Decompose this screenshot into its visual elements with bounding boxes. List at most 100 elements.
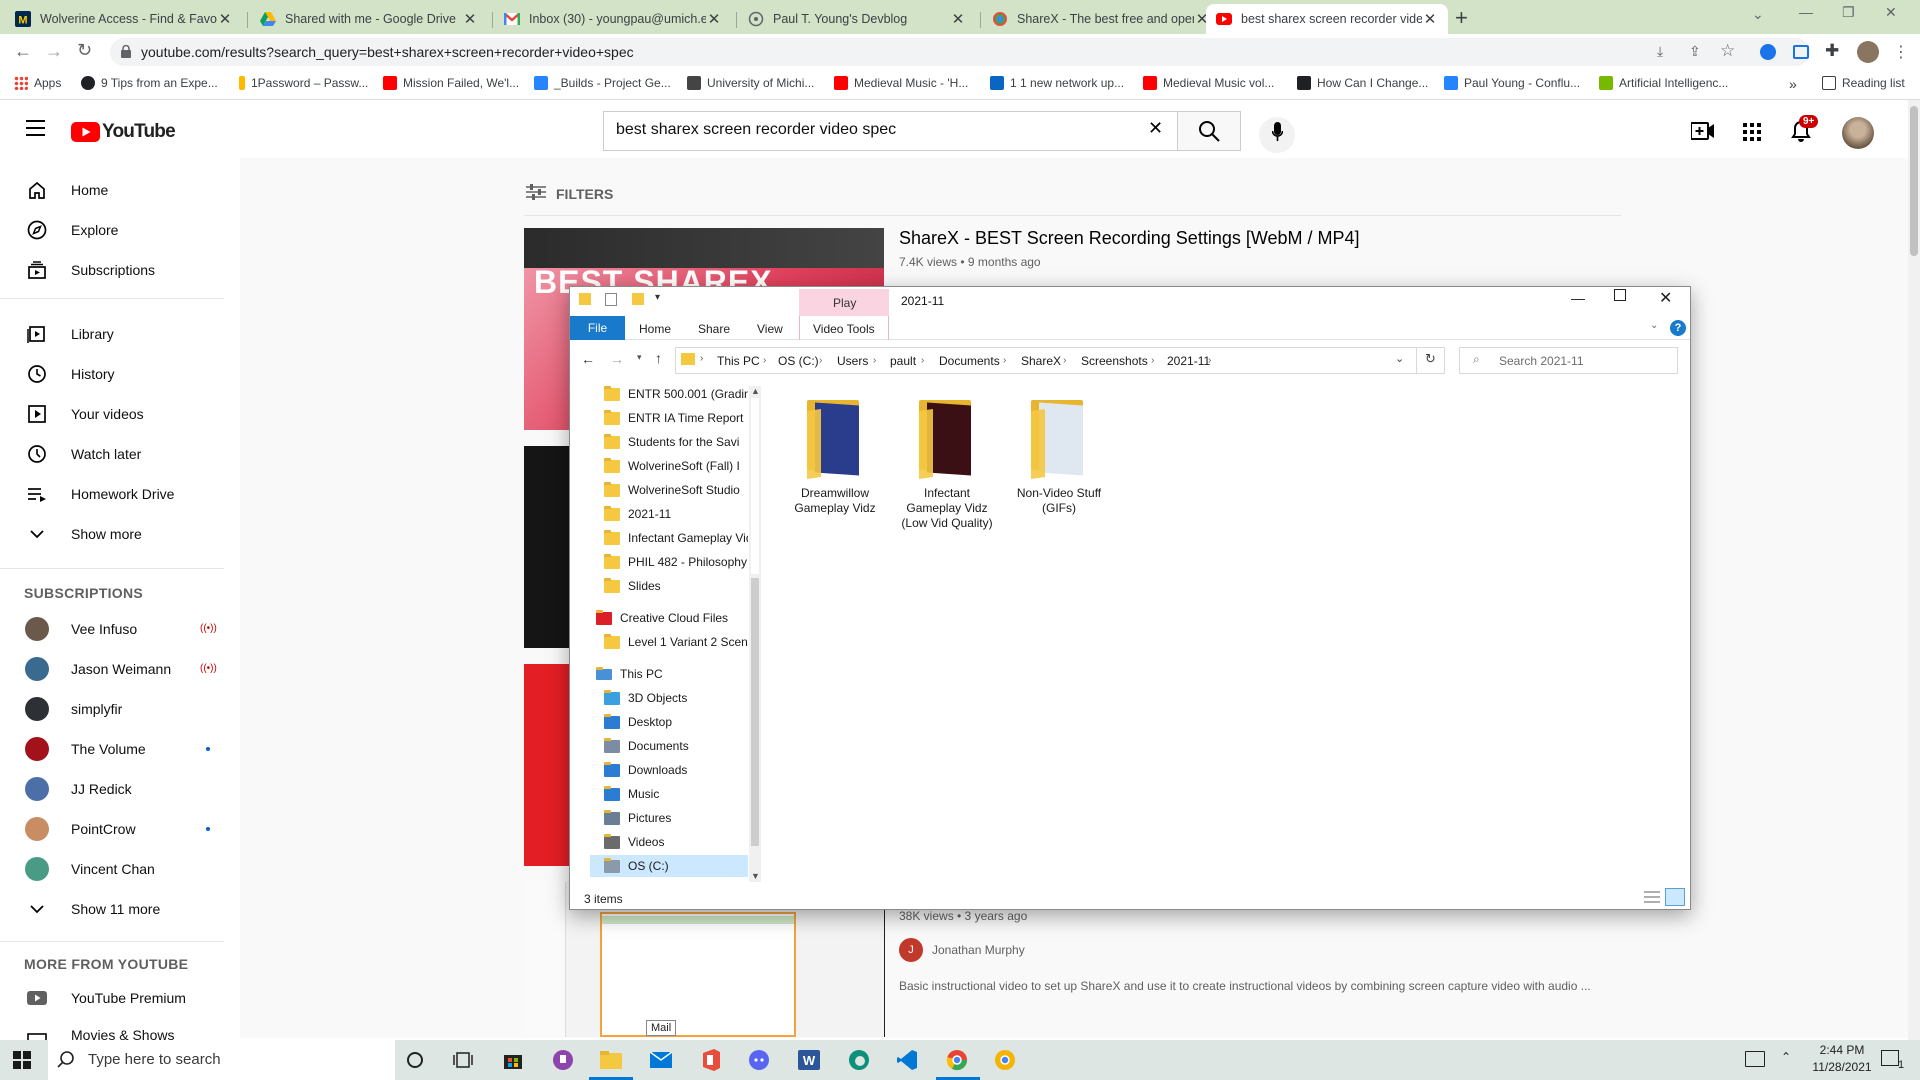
back-icon[interactable]: ← (14, 41, 32, 62)
bookmark-item[interactable]: Medieval Music - 'H... (834, 76, 968, 90)
close-tab-icon[interactable]: ✕ (217, 10, 233, 28)
close-tab-icon[interactable]: ✕ (462, 10, 478, 28)
subscription-item[interactable]: Vincent Chan (0, 849, 224, 889)
ribbon-tab-video-tools[interactable]: Video Tools (813, 322, 875, 336)
subscription-item[interactable]: Vee Infuso ((•)) (0, 609, 224, 649)
up-one-level-icon[interactable]: ↑ (655, 350, 662, 366)
breadcrumb-item[interactable]: OS (C:) (778, 354, 819, 368)
edge-icon[interactable] (847, 1048, 871, 1072)
bookmark-star-icon[interactable]: ☆ (1720, 41, 1735, 61)
task-view-icon[interactable] (451, 1048, 475, 1072)
discord-icon[interactable] (747, 1048, 771, 1072)
nav-tree-item[interactable]: PHIL 482 - Philosophy o (590, 551, 748, 573)
bookmark-item[interactable]: Medieval Music vol... (1143, 76, 1274, 90)
nav-tree-item[interactable]: Videos (590, 831, 748, 853)
reload-icon[interactable]: ↻ (77, 40, 92, 61)
new-folder-icon[interactable] (632, 293, 644, 305)
page-scrollbar-thumb[interactable] (1910, 106, 1918, 256)
breadcrumb-item[interactable]: Screenshots (1081, 354, 1148, 368)
windows-start-icon[interactable] (13, 1051, 31, 1072)
nav-tree-item[interactable]: OS (C:) (590, 855, 748, 877)
quick-access-dropdown-icon[interactable]: ▾ (655, 292, 660, 303)
apps-grid-icon[interactable] (1743, 123, 1761, 144)
nav-homework-drive[interactable]: Homework Drive (0, 474, 224, 514)
bookmark-item[interactable]: Paul Young - Conflu... (1444, 76, 1580, 90)
browser-tab[interactable]: ShareX - The best free and open ✕ (982, 4, 1220, 34)
breadcrumb-item[interactable]: ShareX (1021, 354, 1061, 368)
url-text[interactable]: youtube.com/results?search_query=best+sh… (141, 44, 634, 60)
bookmark-item[interactable]: 9 Tips from an Expe... (81, 76, 218, 90)
close-tab-icon[interactable]: ✕ (950, 10, 966, 28)
bookmarks-overflow-icon[interactable]: » (1789, 76, 1797, 92)
explorer-back-icon[interactable]: ← (581, 351, 595, 367)
filters-button[interactable]: FILTERS (556, 186, 613, 202)
nav-library[interactable]: Library (0, 314, 224, 354)
close-tab-icon[interactable]: ✕ (706, 10, 722, 28)
explorer-forward-icon[interactable]: → (610, 351, 624, 367)
taskbar-search-placeholder[interactable]: Type here to search (88, 1051, 221, 1068)
ribbon-tab-share[interactable]: Share (698, 322, 730, 336)
browser-tab[interactable]: Inbox (30) - youngpau@umich.e ✕ (494, 4, 732, 34)
nav-tree-item[interactable]: Desktop (590, 711, 748, 733)
close-tab-icon[interactable]: ✕ (1422, 10, 1438, 28)
extension-1password-icon[interactable] (1760, 44, 1776, 60)
explorer-close-button[interactable]: ✕ (1659, 288, 1672, 308)
folder-item[interactable]: Infectant Gameplay Vidz (Low Vid Quality… (897, 398, 997, 531)
search-input-value[interactable]: best sharex screen recorder video spec (616, 121, 896, 139)
breadcrumb-item[interactable]: This PC (717, 354, 760, 368)
restore-button[interactable]: ❐ (1842, 4, 1855, 21)
nav-tree-item[interactable]: 3D Objects (590, 687, 748, 709)
breadcrumb-item[interactable]: 2021-11 (1167, 354, 1210, 368)
nav-tree-item[interactable]: Infectant Gameplay Vid (590, 527, 748, 549)
tab-search-icon[interactable]: ⌄ (1752, 6, 1764, 23)
nav-tree-item[interactable]: 2021-11 (590, 503, 748, 525)
youtube-logo[interactable]: YouTube (71, 121, 176, 143)
ribbon-tab-file[interactable]: File (570, 316, 625, 340)
details-view-icon[interactable] (1644, 890, 1660, 904)
breadcrumb-chevron-icon[interactable]: › (921, 355, 924, 366)
show-hidden-icons[interactable]: ⌃ (1781, 1050, 1791, 1064)
mail-icon[interactable] (649, 1048, 673, 1072)
search-icon[interactable] (1198, 120, 1220, 145)
folder-item[interactable]: Non-Video Stuff (GIFs) (1009, 398, 1109, 516)
breadcrumb-chevron-icon[interactable]: › (1063, 355, 1066, 366)
install-icon[interactable]: ⤓ (1657, 43, 1663, 60)
refresh-icon[interactable]: ↻ (1425, 351, 1436, 367)
tree-scrollbar-thumb[interactable] (751, 578, 759, 846)
subscription-item[interactable]: The Volume (0, 729, 224, 769)
browser-tab-active[interactable]: best sharex screen recorder vide ✕ (1206, 4, 1448, 34)
nav-tree-item[interactable]: ENTR 500.001 (Gradin (590, 383, 748, 405)
nav-tree-item[interactable]: Downloads (590, 759, 748, 781)
nav-your-videos[interactable]: Your videos (0, 394, 224, 434)
breadcrumb-chevron-icon[interactable]: › (819, 355, 822, 366)
tree-scroll-up-icon[interactable]: ▲ (751, 386, 760, 396)
ribbon-tab-home[interactable]: Home (639, 322, 671, 336)
bookmark-item[interactable]: 1 1 new network up... (990, 76, 1124, 90)
show-more-subscriptions[interactable]: Show 11 more (0, 889, 224, 929)
taskbar-time[interactable]: 2:44 PM (1812, 1043, 1872, 1057)
forward-icon[interactable]: → (45, 41, 63, 62)
extension-screen-icon[interactable] (1793, 45, 1809, 59)
create-video-icon[interactable] (1690, 122, 1715, 143)
bookmark-item[interactable]: Artificial Intelligenc... (1599, 76, 1728, 90)
nav-home[interactable]: Home (0, 170, 224, 210)
breadcrumb-chevron-icon[interactable]: › (1003, 355, 1006, 366)
breadcrumb-chevron-icon[interactable]: › (763, 355, 766, 366)
address-dropdown-icon[interactable]: ⌄ (1395, 352, 1404, 365)
nav-tree-item[interactable]: Documents (590, 735, 748, 757)
bookmark-item[interactable]: 1Password – Passw... (239, 76, 368, 90)
bookmark-item[interactable]: University of Michi... (687, 76, 814, 90)
close-window-button[interactable]: ✕ (1885, 4, 1897, 21)
extensions-puzzle-icon[interactable]: ✚ (1825, 41, 1839, 61)
nav-tree-item[interactable]: WolverineSoft (Fall) I (590, 455, 748, 477)
nav-tree-item[interactable]: Level 1 Variant 2 Scene- (590, 631, 748, 653)
nav-history[interactable]: History (0, 354, 224, 394)
minimize-button[interactable]: — (1799, 4, 1813, 20)
bookmark-item[interactable]: _Builds - Project Ge... (534, 76, 671, 90)
action-center-icon[interactable] (1881, 1050, 1899, 1066)
browser-tab[interactable]: Shared with me - Google Drive ✕ (250, 4, 488, 34)
recent-locations-icon[interactable]: ▾ (637, 352, 642, 363)
new-tab-button[interactable]: + (1455, 5, 1468, 31)
subscription-item[interactable]: JJ Redick (0, 769, 224, 809)
cortana-icon[interactable] (403, 1048, 427, 1072)
